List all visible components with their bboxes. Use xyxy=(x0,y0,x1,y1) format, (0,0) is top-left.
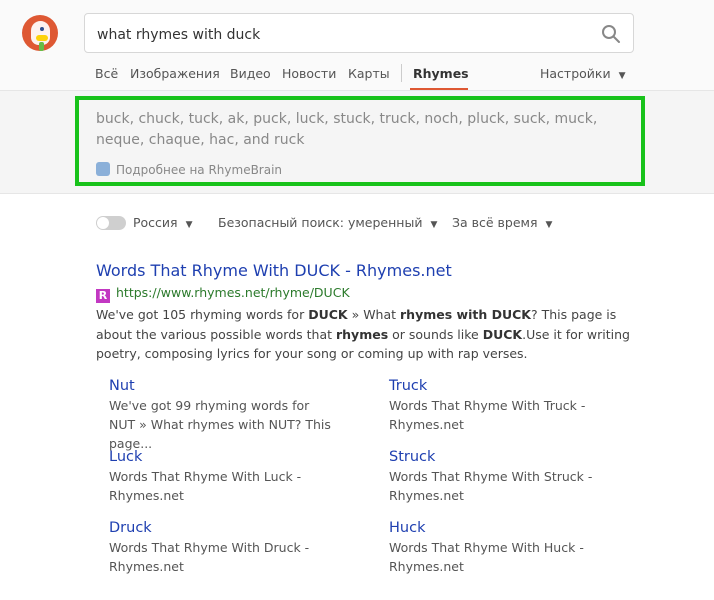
tab-all[interactable]: Всё xyxy=(95,66,118,81)
result-title-link[interactable]: Words That Rhyme With DUCK - Rhymes.net xyxy=(96,261,452,280)
chevron-down-icon: ▼ xyxy=(430,220,438,230)
sitelink-desc: We've got 99 rhyming words for NUT » Wha… xyxy=(109,398,331,451)
result-url[interactable]: Rhttps://www.rhymes.net/rhyme/DUCK xyxy=(96,285,350,303)
tab-maps[interactable]: Карты xyxy=(348,66,390,81)
rhymes-favicon-icon: R xyxy=(96,289,110,303)
sitelink-struck: Struck Words That Rhyme With Struck - Rh… xyxy=(389,449,649,505)
tab-rhymes[interactable]: Rhymes xyxy=(413,66,469,81)
settings-label: Настройки xyxy=(540,66,611,81)
settings-menu[interactable]: Настройки ▼ xyxy=(540,66,626,81)
tab-video[interactable]: Видео xyxy=(230,66,271,81)
chevron-down-icon: ▼ xyxy=(185,220,193,230)
region-toggle[interactable] xyxy=(96,216,126,230)
sitelink-desc: Words That Rhyme With Luck - Rhymes.net xyxy=(109,469,302,503)
region-filter[interactable]: Россия ▼ xyxy=(133,215,193,230)
sitelink-title[interactable]: Luck xyxy=(109,449,369,465)
chevron-down-icon: ▼ xyxy=(545,220,553,230)
time-label: За всё время xyxy=(452,215,538,230)
search-icon[interactable] xyxy=(601,24,621,44)
sitelink-truck: Truck Words That Rhyme With Truck - Rhym… xyxy=(389,378,649,434)
result-url-text: https://www.rhymes.net/rhyme/DUCK xyxy=(116,285,350,300)
result-snippet: We've got 105 rhyming words for DUCK » W… xyxy=(96,307,630,361)
header: Всё Изображения Видео Новости Карты Rhym… xyxy=(0,0,714,91)
sitelink-title[interactable]: Druck xyxy=(109,520,369,536)
sitelink-luck: Luck Words That Rhyme With Luck - Rhymes… xyxy=(109,449,369,505)
nav-divider xyxy=(401,64,402,82)
safe-search-label: Безопасный поиск: умеренный xyxy=(218,215,423,230)
tab-images[interactable]: Изображения xyxy=(130,66,220,81)
sitelink-druck: Druck Words That Rhyme With Druck - Rhym… xyxy=(109,520,369,576)
time-filter[interactable]: За всё время ▼ xyxy=(452,215,552,230)
sitelink-title[interactable]: Struck xyxy=(389,449,649,465)
sitelink-title[interactable]: Nut xyxy=(109,378,369,394)
sitelink-desc: Words That Rhyme With Truck - Rhymes.net xyxy=(389,398,586,432)
chevron-down-icon: ▼ xyxy=(618,71,626,81)
sitelink-huck: Huck Words That Rhyme With Huck - Rhymes… xyxy=(389,520,649,576)
region-label: Россия xyxy=(133,215,178,230)
tab-news[interactable]: Новости xyxy=(282,66,336,81)
active-tab-underline xyxy=(410,88,468,90)
sitelink-desc: Words That Rhyme With Struck - Rhymes.ne… xyxy=(389,469,593,503)
search-box xyxy=(84,13,634,53)
sitelink-title[interactable]: Huck xyxy=(389,520,649,536)
sitelink-desc: Words That Rhyme With Druck - Rhymes.net xyxy=(109,540,310,574)
search-input[interactable] xyxy=(95,23,579,47)
sitelink-nut: Nut We've got 99 rhyming words for NUT »… xyxy=(109,378,369,453)
duckduckgo-logo-icon[interactable] xyxy=(22,15,58,51)
safe-search-filter[interactable]: Безопасный поиск: умеренный ▼ xyxy=(218,215,437,230)
highlight-box xyxy=(75,96,645,186)
sitelink-title[interactable]: Truck xyxy=(389,378,649,394)
sitelink-desc: Words That Rhyme With Huck - Rhymes.net xyxy=(389,540,584,574)
